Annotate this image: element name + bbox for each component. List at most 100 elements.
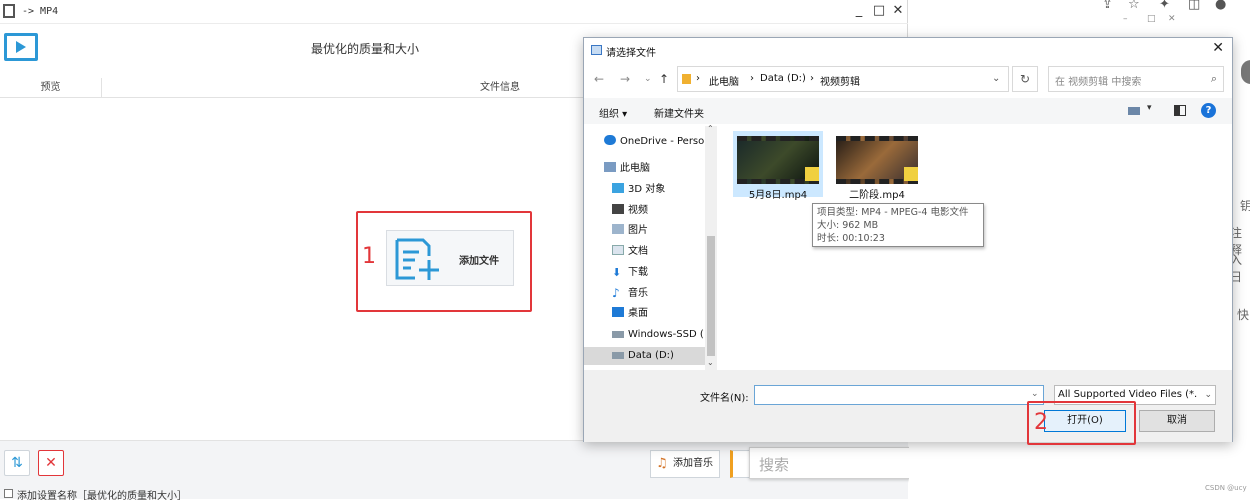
command-bar: 组织 ▾ 新建文件夹 ▾ ? (584, 98, 1232, 124)
file-item[interactable]: 5月8日.mp4 (733, 131, 823, 201)
cancel-button[interactable]: 取消 (1139, 410, 1215, 432)
add-music-button[interactable]: ♫ 添加音乐 (650, 450, 720, 478)
column-header-preview: 预览 (0, 78, 102, 98)
star-icon[interactable]: ☆ (1128, 0, 1140, 12)
title-bar: -> MP4 _ □ ✕ (0, 0, 908, 24)
address-dropdown-icon[interactable]: ⌄ (992, 73, 1000, 84)
nav-item-label: 图片 (628, 225, 648, 236)
back-arrow-icon[interactable]: ← (594, 72, 604, 86)
maximize-button[interactable]: □ (870, 2, 888, 20)
dialog-close-button[interactable]: ✕ (1212, 40, 1224, 56)
nav-item-music[interactable]: ♪ 音乐 (612, 285, 648, 303)
nav-item-desktop[interactable]: 桌面 (612, 305, 648, 323)
file-name: 二阶段.mp4 (849, 190, 905, 201)
view-mode-icon[interactable] (1128, 107, 1140, 115)
music-note-icon: ♫ (656, 456, 668, 471)
save-setting-label: 添加设置名称［最优化的质量和大小］ (17, 491, 187, 502)
nav-item-label: Data (D:) (628, 350, 674, 361)
path-separator: › (810, 73, 814, 84)
extension-icon[interactable]: ✦ (1159, 0, 1170, 12)
nav-item-videos[interactable]: 视频 (612, 202, 648, 220)
organize-menu[interactable]: 组织 ▾ (599, 105, 627, 120)
pictures-icon (612, 224, 624, 234)
video-format-icon (4, 33, 38, 61)
output-folder-button[interactable] (730, 450, 750, 478)
chevron-down-icon[interactable]: ⌄ (644, 74, 652, 84)
scrollbar-thumb[interactable] (707, 236, 715, 356)
navigation-row: ← → ⌄ ↑ › 此电脑 › Data (D:) › 视频剪辑 ⌄ ↻ 在 视… (584, 65, 1232, 95)
file-type-value: All Supported Video Files (*. (1058, 389, 1198, 400)
desktop-icon (612, 307, 624, 317)
nav-item-label: 3D 对象 (628, 184, 666, 195)
callout-highlight-2 (1027, 401, 1136, 445)
dialog-search-placeholder: 在 视频剪辑 中搜索 (1055, 77, 1142, 88)
music-icon: ♪ (612, 286, 620, 300)
breadcrumb-data-drive[interactable]: Data (D:) (760, 73, 806, 84)
add-file-icon (395, 238, 439, 280)
app-small-icon (3, 4, 15, 18)
address-bar[interactable]: › 此电脑 › Data (D:) › 视频剪辑 ⌄ (677, 66, 1009, 92)
nav-item-label: 桌面 (628, 308, 648, 319)
profile-icon[interactable]: ● (1215, 0, 1226, 12)
refresh-button[interactable]: ↻ (1012, 66, 1038, 92)
sidebar-icon[interactable]: ◫ (1188, 0, 1200, 12)
page-text-4: 快 (1237, 308, 1250, 322)
new-folder-button[interactable]: 新建文件夹 (654, 105, 704, 120)
nav-item-windows-ssd[interactable]: Windows-SSD ( (612, 326, 704, 344)
dialog-title: 请选择文件 (606, 48, 656, 59)
nav-scrollbar[interactable]: ⌃ ⌄ (705, 124, 717, 370)
nav-item-3d-objects[interactable]: 3D 对象 (612, 181, 665, 199)
help-icon[interactable]: ? (1201, 103, 1216, 118)
save-setting-checkbox[interactable] (4, 489, 13, 498)
breadcrumb-video-folder[interactable]: 视频剪辑 (820, 73, 860, 88)
remove-file-button[interactable]: ✕ (38, 450, 64, 476)
nav-item-onedrive[interactable]: OneDrive - Perso (604, 133, 704, 151)
up-arrow-icon[interactable]: ↑ (659, 72, 669, 86)
tooltip-size: 大小: 962 MB (817, 220, 879, 231)
file-tooltip: 项目类型: MP4 - MPEG-4 电影文件 大小: 962 MB 时长: 0… (812, 203, 984, 247)
output-profile-title: 最优化的质量和大小 (310, 42, 419, 56)
dialog-icon (591, 45, 602, 55)
add-file-label: 添加文件 (459, 256, 499, 267)
nav-item-this-pc[interactable]: 此电脑 (604, 160, 650, 178)
nav-item-pictures[interactable]: 图片 (612, 222, 648, 240)
forward-arrow-icon[interactable]: → (620, 72, 630, 86)
filename-input[interactable] (754, 385, 1044, 405)
nav-item-downloads[interactable]: ⬇ 下载 (612, 264, 648, 282)
page-text-3: 入日 (1230, 253, 1243, 284)
navigation-pane: OneDrive - Perso 此电脑 3D 对象 视频 图片 文档 ⬇ 下载 … (584, 126, 716, 370)
dialog-search-input[interactable]: 在 视频剪辑 中搜索 ⌕ (1048, 66, 1224, 92)
video-thumbnail (737, 136, 819, 184)
chevron-down-icon: ⌄ (1204, 390, 1212, 400)
dialog-title-bar: 请选择文件 ✕ (584, 38, 1232, 64)
nav-item-documents[interactable]: 文档 (612, 243, 648, 261)
page-text-1: 钥 (1240, 199, 1250, 213)
tooltip-duration: 时长: 00:10:23 (817, 233, 885, 244)
window-title: -> MP4 (22, 6, 59, 17)
scroll-up-icon[interactable]: ⌃ (707, 124, 714, 133)
nav-item-label: 此电脑 (620, 163, 650, 174)
browser-minimize-button[interactable]: – (1123, 14, 1128, 24)
tooltip-type: 项目类型: MP4 - MPEG-4 电影文件 (817, 207, 969, 218)
page-avatar (1241, 60, 1250, 84)
add-music-label: 添加音乐 (673, 458, 713, 469)
scroll-down-icon[interactable]: ⌄ (707, 358, 714, 367)
add-file-button[interactable]: 添加文件 (386, 230, 514, 286)
nav-item-data-drive[interactable]: Data (D:) (584, 347, 705, 365)
share-icon[interactable]: ⇪ (1102, 0, 1113, 12)
file-name: 5月8日.mp4 (748, 190, 808, 201)
computer-icon (604, 162, 616, 172)
view-dropdown-icon[interactable]: ▾ (1147, 103, 1152, 113)
cloud-icon (604, 135, 616, 145)
preview-pane-icon[interactable] (1174, 105, 1186, 116)
search-icon: ⌕ (1210, 72, 1217, 85)
file-item[interactable]: 二阶段.mp4 (832, 131, 922, 201)
close-button[interactable]: ✕ (889, 2, 907, 20)
breadcrumb-this-pc[interactable]: 此电脑 (709, 73, 739, 88)
filename-dropdown-icon[interactable]: ⌄ (1031, 389, 1039, 399)
browser-close-button[interactable]: ✕ (1168, 14, 1176, 24)
sort-button[interactable]: ⇅ (4, 450, 30, 476)
documents-icon (612, 245, 624, 255)
minimize-button[interactable]: _ (850, 2, 868, 20)
browser-maximize-button[interactable]: □ (1147, 14, 1156, 24)
